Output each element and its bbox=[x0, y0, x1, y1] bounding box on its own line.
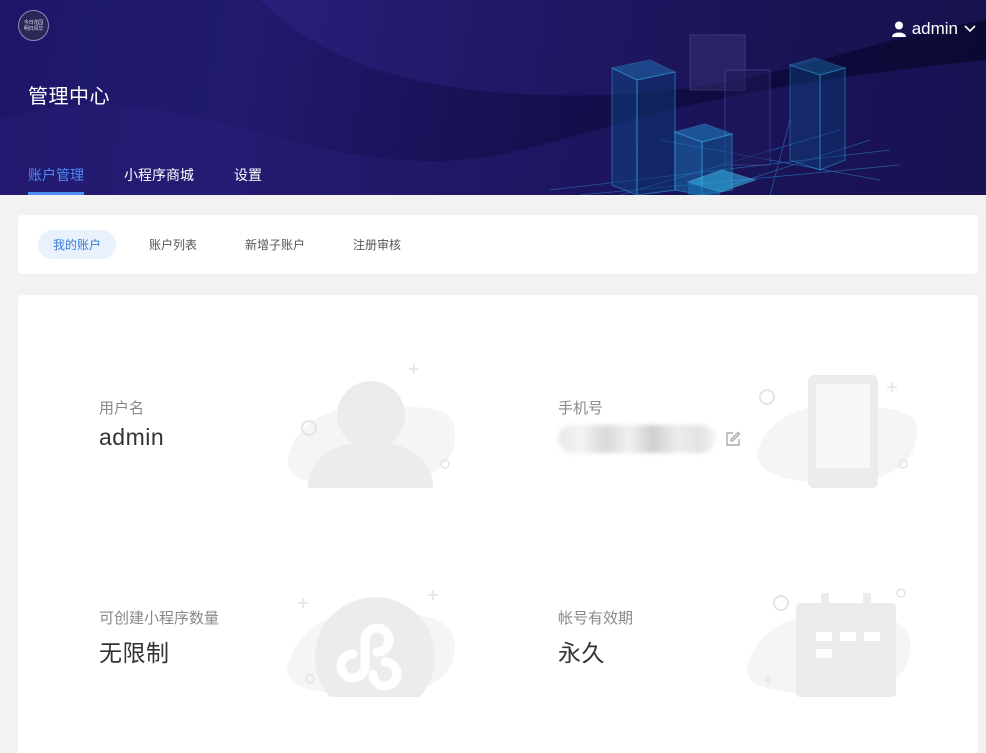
validity-value: 永久 bbox=[558, 640, 605, 666]
phone-field: 手机号 bbox=[558, 397, 716, 453]
edit-icon[interactable] bbox=[725, 431, 741, 447]
main-nav: 账户管理 小程序商城 设置 bbox=[28, 165, 302, 195]
sub-nav: 我的账户 账户列表 新增子账户 注册审核 bbox=[18, 215, 978, 274]
subtab-add-sub-account[interactable]: 新增子账户 bbox=[230, 230, 320, 259]
app-logo[interactable]: 今日花园 明日风华 bbox=[18, 10, 49, 41]
validity-field: 帐号有效期 永久 bbox=[558, 607, 633, 668]
subtab-my-account[interactable]: 我的账户 bbox=[38, 230, 117, 259]
mini-program-illustration-icon bbox=[287, 590, 455, 697]
header-banner: 今日花园 明日风华 admin 管理中心 账户管理 小程序商城 设置 bbox=[0, 0, 986, 195]
city-illustration bbox=[549, 34, 901, 195]
phone-value-blurred bbox=[558, 425, 716, 453]
logo-text-line2: 明日风华 bbox=[23, 25, 44, 32]
username-label: 用户名 bbox=[99, 400, 145, 417]
app-quota-value: 无限制 bbox=[99, 640, 170, 666]
account-info-card: 用户名 admin 手机号 可创建小程序数量 无限制 帐号有效期 永久 bbox=[18, 295, 978, 753]
app-quota-label: 可创建小程序数量 bbox=[99, 610, 220, 627]
phone-label: 手机号 bbox=[558, 400, 604, 417]
subtab-registration-review[interactable]: 注册审核 bbox=[338, 230, 416, 259]
validity-label: 帐号有效期 bbox=[558, 610, 634, 627]
subtab-account-list[interactable]: 账户列表 bbox=[134, 230, 212, 259]
tab-mini-program-mall[interactable]: 小程序商城 bbox=[124, 165, 194, 195]
tab-settings[interactable]: 设置 bbox=[234, 165, 262, 195]
tab-account-management[interactable]: 账户管理 bbox=[28, 165, 84, 195]
chevron-down-icon bbox=[964, 25, 976, 33]
page-title: 管理中心 bbox=[28, 86, 110, 108]
username-value: admin bbox=[99, 424, 165, 450]
phone-illustration-icon bbox=[757, 375, 918, 488]
app-quota-field: 可创建小程序数量 无限制 bbox=[99, 607, 219, 668]
username-field: 用户名 admin bbox=[99, 397, 164, 451]
user-illustration-icon bbox=[287, 364, 456, 488]
calendar-illustration-icon bbox=[747, 588, 911, 697]
